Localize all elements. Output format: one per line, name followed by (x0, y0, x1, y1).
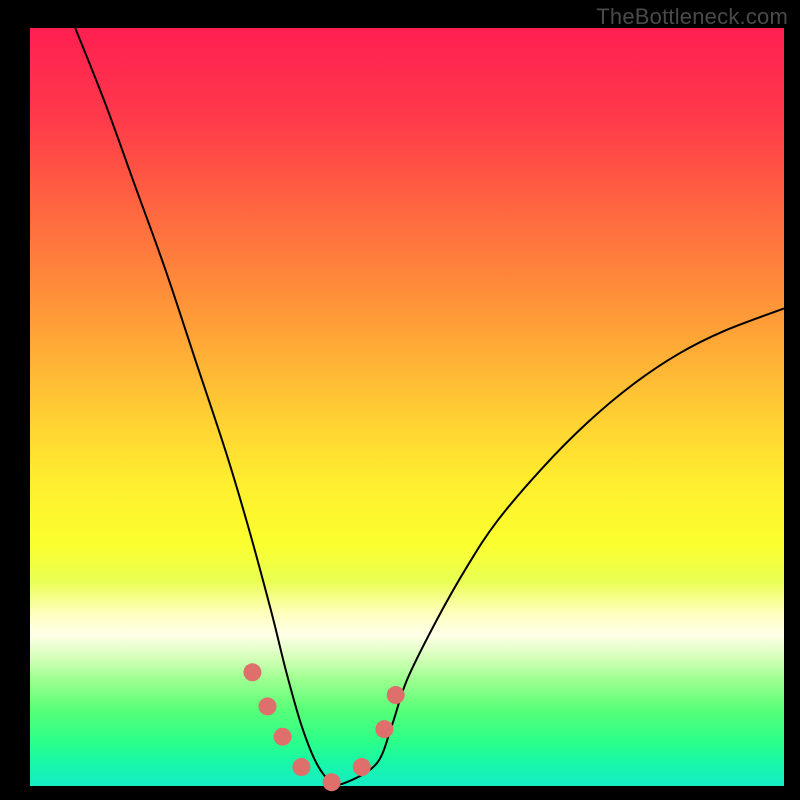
chart-frame: TheBottleneck.com (0, 0, 800, 800)
highlight-dot (274, 728, 292, 746)
highlight-dot (259, 697, 277, 715)
highlight-dot (375, 720, 393, 738)
watermark-text: TheBottleneck.com (596, 4, 788, 30)
bottleneck-curve-path (75, 28, 784, 785)
highlight-dot (353, 758, 371, 776)
highlight-dot (292, 758, 310, 776)
highlight-dot (243, 663, 261, 681)
highlight-dot (323, 773, 341, 791)
curve-layer (0, 0, 800, 800)
highlight-dot (387, 686, 405, 704)
